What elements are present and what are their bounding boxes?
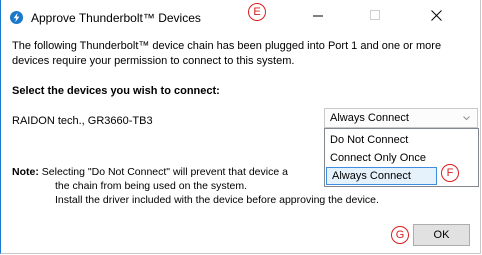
callout-marker-g: G bbox=[391, 226, 409, 244]
option-connect-only-once[interactable]: Connect Only Once bbox=[325, 149, 478, 167]
title-bar[interactable]: Approve Thunderbolt™ Devices E bbox=[1, 0, 480, 32]
close-icon bbox=[430, 8, 442, 26]
ok-button[interactable]: OK bbox=[413, 224, 470, 246]
window-title: Approve Thunderbolt™ Devices bbox=[31, 11, 201, 25]
connection-select-value: Always Connect bbox=[330, 112, 409, 124]
device-name-label: RAIDON tech., GR3660-TB3 bbox=[12, 115, 153, 127]
note-line-3: Install the driver included with the dev… bbox=[55, 194, 379, 206]
approve-thunderbolt-dialog: Approve Thunderbolt™ Devices E The follo… bbox=[0, 0, 481, 254]
minimize-button[interactable] bbox=[295, 2, 341, 32]
maximize-button[interactable] bbox=[352, 2, 398, 32]
callout-marker-f: F bbox=[441, 164, 459, 182]
device-chain-description: The following Thunderbolt™ device chain … bbox=[12, 40, 442, 67]
chevron-down-icon bbox=[462, 109, 471, 127]
callout-marker-e: E bbox=[248, 3, 266, 21]
note-label: Note: bbox=[12, 166, 39, 178]
select-devices-heading: Select the devices you wish to connect: bbox=[12, 85, 220, 97]
note-line-1: Selecting "Do Not Connect" will prevent … bbox=[41, 166, 288, 178]
connection-select[interactable]: Always Connect bbox=[324, 108, 478, 128]
minimize-icon bbox=[312, 8, 324, 26]
option-do-not-connect[interactable]: Do Not Connect bbox=[325, 131, 478, 149]
thunderbolt-icon bbox=[10, 11, 23, 24]
close-button[interactable] bbox=[413, 2, 459, 32]
option-always-connect[interactable]: Always Connect bbox=[326, 167, 437, 185]
note-line-2: the chain from being used on the system. bbox=[55, 180, 248, 192]
maximize-icon bbox=[369, 8, 381, 26]
